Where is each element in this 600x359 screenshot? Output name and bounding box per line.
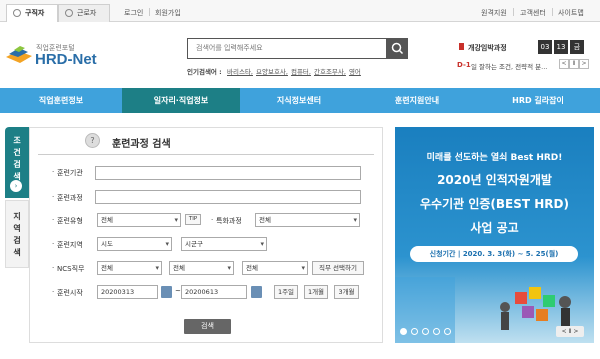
search-input[interactable]: 검색어를 입력해주세요 <box>187 38 387 59</box>
popular-keywords: 바리스타, 요양보호사, 컴퓨터, 간호조무사, 영어 <box>227 66 364 76</box>
divider <box>38 154 374 155</box>
keyword-link[interactable]: 영어 <box>349 68 361 76</box>
label-org: 훈련기관 <box>52 168 83 178</box>
countdown-weekday: 금 <box>570 40 584 54</box>
label-special: 특화과정 <box>211 216 242 226</box>
countdown-month: 03 <box>538 40 552 54</box>
tab-region-search[interactable]: 지역검색 <box>5 200 29 268</box>
carousel-dot[interactable] <box>433 328 440 335</box>
home-icon <box>13 9 21 17</box>
search-submit-button[interactable]: 검색 <box>184 319 231 334</box>
divider <box>552 8 553 16</box>
popular-keywords-label: 인기검색어 : <box>187 68 222 76</box>
ncs-small-select[interactable]: 전체 <box>242 261 308 275</box>
remote-support-link[interactable]: 원격지원 <box>481 8 507 18</box>
nav-hrd-guide[interactable]: HRD 길라잡이 <box>476 88 600 113</box>
course-search-panel <box>29 127 383 343</box>
type-select[interactable]: 전체 <box>97 213 181 227</box>
countdown-marker <box>459 43 464 50</box>
label-start: 훈련시작 <box>52 288 83 298</box>
banner-period: 신청기간 | 2020. 3. 3(화) ~ 5. 25(월) <box>410 246 578 262</box>
label-course: 훈련과정 <box>52 193 83 203</box>
search-icon: ? <box>85 133 100 148</box>
hrd-logo-icon[interactable] <box>6 45 32 65</box>
calendar-icon[interactable] <box>161 286 172 298</box>
ncs-large-select[interactable]: 전체 <box>97 261 162 275</box>
ncs-select-button[interactable]: 직무 선택하기 <box>312 261 364 275</box>
banner-heading-line1: 2020년 인적자원개발 <box>437 173 552 187</box>
divider <box>513 8 514 16</box>
special-select[interactable]: 전체 <box>255 213 360 227</box>
date-to-input[interactable]: 20200613 <box>181 285 247 299</box>
course-input[interactable] <box>95 190 361 204</box>
pause-button[interactable]: Ⅱ <box>569 59 579 69</box>
search-icon <box>391 42 404 55</box>
date-from-input[interactable]: 20200313 <box>97 285 158 299</box>
panel-title: 훈련과정 검색 <box>112 139 171 150</box>
tab-job-seeker[interactable]: 구직자 <box>6 4 58 22</box>
logo-text[interactable]: HRD-Net <box>35 51 97 68</box>
banner-heading-line2: 우수기관 인증(BEST HRD) <box>420 197 569 211</box>
date-separator: ~ <box>175 287 181 295</box>
countdown-title: 개강임박과정 <box>468 44 507 52</box>
keyword-link[interactable]: 바리스타, <box>227 68 253 76</box>
countdown-day: 13 <box>554 40 568 54</box>
sitemap-link[interactable]: 사이트맵 <box>558 8 584 18</box>
nav-jobs-info[interactable]: 일자리·직업정보 <box>122 88 240 113</box>
ncs-medium-select[interactable]: 전체 <box>169 261 234 275</box>
carousel-dot[interactable] <box>422 328 429 335</box>
home-icon <box>65 9 73 17</box>
keyword-link[interactable]: 요양보호사, <box>256 68 288 76</box>
region-city-select[interactable]: 시도 <box>97 237 172 251</box>
login-link[interactable]: 로그인 <box>124 8 143 18</box>
banner-tagline: 미래를 선도하는 열쇠 Best HRD! <box>426 153 563 163</box>
org-input[interactable] <box>95 166 361 180</box>
tip-button[interactable]: TIP <box>185 214 201 225</box>
prev-button[interactable]: < <box>559 59 569 69</box>
carousel-dot[interactable] <box>411 328 418 335</box>
keyword-link[interactable]: 컴퓨터, <box>291 68 311 76</box>
period-1month-button[interactable]: 1개월 <box>304 285 328 299</box>
signup-link[interactable]: 회원가입 <box>155 8 181 18</box>
label-type: 훈련유형 <box>52 216 83 226</box>
dday-course-link[interactable]: 일 잘하는 조건, 전략적 분... <box>471 61 556 71</box>
divider <box>149 8 150 16</box>
region-district-select[interactable]: 시군구 <box>181 237 267 251</box>
carousel-dot[interactable] <box>444 328 451 335</box>
banner-heading-line3: 사업 공고 <box>470 221 519 235</box>
nav-knowledge-center[interactable]: 지식정보센터 <box>240 88 358 113</box>
next-button[interactable]: > <box>579 59 589 69</box>
carousel-controls[interactable]: < Ⅱ > <box>556 326 584 337</box>
calendar-icon[interactable] <box>251 286 262 298</box>
chevron-right-icon: › <box>10 180 22 192</box>
search-button[interactable] <box>387 38 408 59</box>
keyword-link[interactable]: 간호조무사, <box>314 68 346 76</box>
label-ncs: NCS직무 <box>52 264 85 274</box>
nav-training-info[interactable]: 직업훈련정보 <box>0 88 122 113</box>
carousel-dot-active[interactable] <box>400 328 407 335</box>
nav-training-support[interactable]: 훈련지원안내 <box>358 88 476 113</box>
period-3month-button[interactable]: 3개월 <box>334 285 359 299</box>
tab-worker[interactable]: 근로자 <box>58 4 110 22</box>
dday-badge: D-1 <box>457 61 471 69</box>
customer-center-link[interactable]: 고객센터 <box>520 8 546 18</box>
period-1week-button[interactable]: 1주일 <box>274 285 298 299</box>
label-region: 훈련지역 <box>52 240 83 250</box>
